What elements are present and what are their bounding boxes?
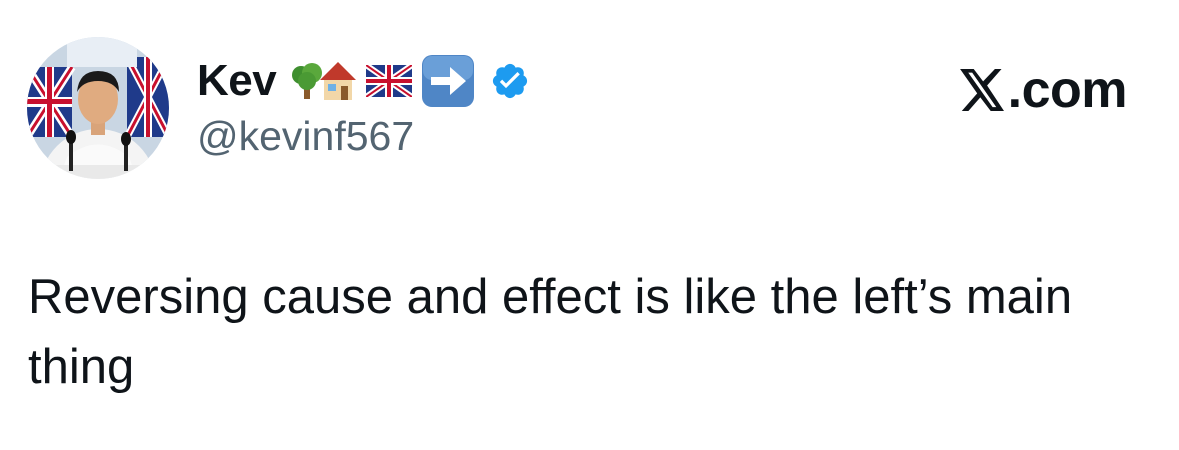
author-handle[interactable]: @kevinf567 [197,113,414,160]
avatar-photo [27,37,169,179]
author-display-name[interactable]: Kev [197,56,277,106]
verified-badge-icon[interactable] [490,61,530,101]
x-brand-watermark: .com [959,60,1128,120]
author-name-row: Kev [197,52,530,110]
tweet-text: Reversing cause and effect is like the l… [28,270,1073,394]
brand-text: .com [1007,61,1128,119]
avatar[interactable] [27,37,169,179]
house-emoji [318,60,358,102]
uk-flag-emoji [366,65,413,97]
x-logo-icon [959,69,1004,111]
right-arrow-emoji [420,53,476,109]
